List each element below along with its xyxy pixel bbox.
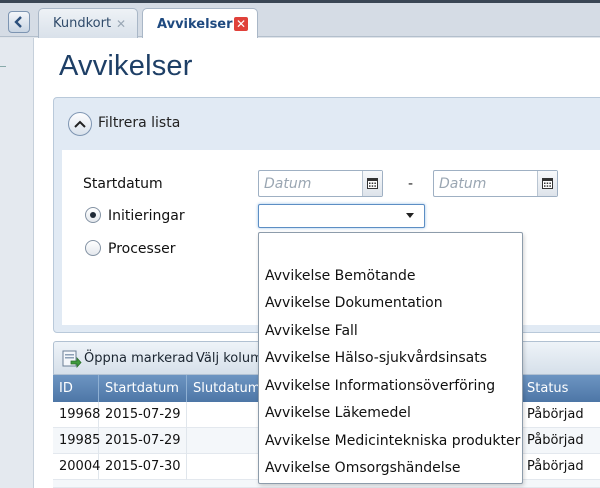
dropdown-option[interactable]: Avvikelse Informationsöverföring — [265, 378, 495, 394]
date-from-input[interactable]: Datum — [258, 170, 383, 197]
cell-status: Påbörjad — [527, 459, 584, 474]
tab-bar: Kundkort ✕ Avvikelser ✕ — [0, 3, 600, 40]
tab-label: Kundkort — [53, 16, 112, 31]
dropdown-option[interactable]: Avvikelse Bemötande — [265, 268, 416, 284]
radio-processer-label: Processer — [108, 241, 176, 257]
open-marked-button[interactable]: Öppna markerad — [84, 351, 194, 366]
dropdown-option[interactable]: Avvikelse Hälso-sjukvårdsinsats — [265, 350, 487, 366]
chevron-up-icon — [74, 120, 86, 128]
page-title: Avvikelser — [59, 50, 193, 82]
cell-status: Påbörjad — [527, 407, 584, 422]
date-placeholder: Datum — [264, 176, 312, 192]
column-header-id[interactable]: ID — [53, 375, 99, 402]
dropdown-option[interactable]: Avvikelse Omsorgshändelse — [265, 460, 461, 476]
date-to-input[interactable]: Datum — [433, 170, 558, 197]
cell-startdatum: 2015-07-29 — [99, 402, 187, 428]
cell-id: 19985 — [53, 428, 100, 454]
radio-processer[interactable] — [85, 240, 101, 256]
back-button[interactable] — [8, 11, 30, 33]
cell-startdatum: 2015-07-29 — [99, 428, 187, 454]
tab-avvikelser[interactable]: Avvikelser ✕ — [142, 8, 258, 40]
dropdown-option[interactable]: Avvikelse Medicintekniska produkter — [265, 433, 520, 449]
caret-down-icon — [406, 213, 414, 218]
startdatum-label: Startdatum — [83, 176, 163, 192]
tab-label: Avvikelser — [157, 17, 233, 32]
range-separator: - — [408, 176, 414, 192]
radio-initieringar[interactable] — [85, 207, 101, 223]
column-header-status[interactable]: Status — [521, 375, 600, 402]
cell-status: Påbörjad — [527, 433, 584, 448]
filter-title: Filtrera lista — [98, 115, 181, 131]
dropdown-option[interactable]: Avvikelse Dokumentation — [265, 295, 443, 311]
column-header-startdatum[interactable]: Startdatum — [99, 375, 187, 402]
type-combobox[interactable] — [258, 204, 425, 228]
dropdown-option[interactable]: Avvikelse Fall — [265, 323, 358, 339]
type-dropdown-list: Avvikelse Bemötande Avvikelse Dokumentat… — [258, 232, 523, 484]
collapse-button[interactable] — [68, 112, 92, 136]
tab-kundkort[interactable]: Kundkort ✕ — [38, 8, 138, 38]
calendar-icon[interactable] — [362, 171, 382, 196]
calendar-icon[interactable] — [537, 171, 557, 196]
cell-id: 19968 — [53, 402, 100, 428]
dropdown-option[interactable]: Avvikelse Läkemedel — [265, 405, 411, 421]
filter-header[interactable]: Filtrera lista — [54, 98, 600, 150]
date-placeholder: Datum — [439, 176, 487, 192]
close-icon[interactable]: ✕ — [114, 17, 128, 31]
chevron-left-icon — [14, 16, 22, 28]
rail-marker — [0, 66, 6, 67]
cell-id: 20004 — [53, 454, 100, 480]
radio-initieringar-label: Initieringar — [108, 208, 185, 224]
close-icon[interactable]: ✕ — [234, 17, 248, 31]
cell-startdatum: 2015-07-30 — [99, 454, 187, 480]
open-record-icon — [62, 350, 82, 368]
left-rail — [0, 38, 34, 488]
